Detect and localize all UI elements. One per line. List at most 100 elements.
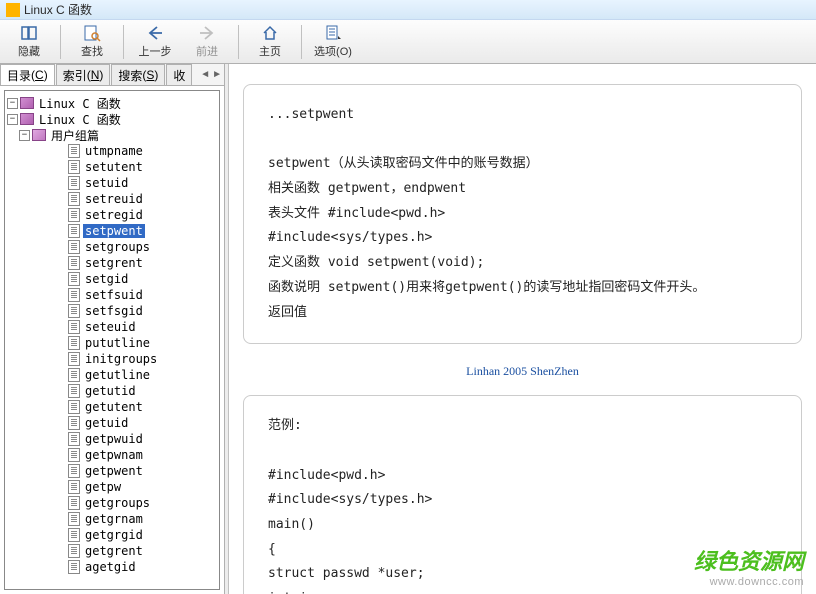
toc-tree[interactable]: −Linux C 函数−Linux C 函数−用户组篇utmpnamesetut… [4,90,220,590]
twist-none [55,306,66,317]
tree-item[interactable]: utmpname [55,143,217,159]
tab-fav[interactable]: 收 [166,64,192,85]
doc-card: ...setpwent setpwent（从头读取密码文件中的账号数据） 相关函… [243,84,802,344]
hide-icon [20,24,38,42]
twist-none [55,242,66,253]
tab-search[interactable]: 搜索(S) [111,64,165,85]
tree-item[interactable]: −用户组篇 [19,127,217,143]
tree-label: seteuid [83,320,138,334]
tree-label: agetgid [83,560,138,574]
twist-none [55,322,66,333]
options-button[interactable]: 选项(O) [310,22,356,62]
tree-item[interactable]: setreuid [55,191,217,207]
tree-item[interactable]: getpwnam [55,447,217,463]
tree-label: getutid [83,384,138,398]
tab-scroll[interactable]: ◄► [198,64,224,85]
tree-label: getpwent [83,464,145,478]
forward-icon [198,24,216,42]
tree-item[interactable]: setregid [55,207,217,223]
page-icon [68,144,80,158]
tab-toc[interactable]: 目录(C) [0,64,55,85]
collapse-icon[interactable]: − [7,114,18,125]
collapse-icon[interactable]: − [7,98,18,109]
example-card: 范例: #include<pwd.h> #include<sys/types.h… [243,395,802,594]
tree-label: getgrnam [83,512,145,526]
tree-item[interactable]: getgroups [55,495,217,511]
tree-label: Linux C 函数 [37,111,123,128]
doc-line: 相关函数 getpwent，endpwent [268,177,777,202]
twist-none [55,546,66,557]
twist-none [55,370,66,381]
tree-item[interactable]: seteuid [55,319,217,335]
twist-none [55,562,66,573]
page-icon [68,336,80,350]
tree-item[interactable]: setgroups [55,239,217,255]
twist-none [55,194,66,205]
collapse-icon[interactable]: − [19,130,30,141]
tree-label: getgrgid [83,528,145,542]
doc-line: 函数说明 setpwent()用来将getpwent()的读写地址指回密码文件开… [268,276,777,301]
tab-index[interactable]: 索引(N) [56,64,111,85]
tree-item[interactable]: setuid [55,175,217,191]
twist-none [55,338,66,349]
page-icon [68,176,80,190]
tree-item[interactable]: getutline [55,367,217,383]
tree-label: setfsgid [83,304,145,318]
tree-label: getgroups [83,496,152,510]
tree-item[interactable]: setgid [55,271,217,287]
doc-line: 返回值 [268,301,777,326]
twist-none [55,402,66,413]
tree-item[interactable]: getpwent [55,463,217,479]
tree-item[interactable]: initgroups [55,351,217,367]
back-button[interactable]: 上一步 [132,22,178,62]
tree-item[interactable]: getgrgid [55,527,217,543]
tree-item[interactable]: − Linux C 函数 [7,111,217,127]
tree-item[interactable]: setgrent [55,255,217,271]
book-icon [32,129,46,141]
tree-item[interactable]: setpwent [55,223,217,239]
twist-none [55,258,66,269]
page-icon [68,448,80,462]
code-line: int i; [268,587,777,594]
home-button[interactable]: 主页 [247,22,293,62]
page-icon [68,480,80,494]
tree-item[interactable]: getpwuid [55,431,217,447]
forward-button: 前进 [184,22,230,62]
hide-button[interactable]: 隐藏 [6,22,52,62]
tree-item[interactable]: getuid [55,415,217,431]
page-icon [68,416,80,430]
content-pane[interactable]: ...setpwent setpwent（从头读取密码文件中的账号数据） 相关函… [229,64,816,594]
tree-item[interactable]: getgrnam [55,511,217,527]
twist-none [55,274,66,285]
tree-label: getpwnam [83,448,145,462]
chevron-right-icon: ► [212,69,222,80]
tree-label: setregid [83,208,145,222]
tree-item[interactable]: getgrent [55,543,217,559]
tree-item[interactable]: getpw [55,479,217,495]
twist-none [55,146,66,157]
tree-item[interactable]: setfsgid [55,303,217,319]
page-icon [68,320,80,334]
tree-item[interactable]: getutent [55,399,217,415]
twist-none [55,530,66,541]
tree-label: pututline [83,336,152,350]
tree-item[interactable]: −Linux C 函数 [7,95,217,111]
find-button[interactable]: 查找 [69,22,115,62]
twist-none [55,290,66,301]
page-icon [68,432,80,446]
author-link[interactable]: Linhan 2005 ShenZhen [466,364,579,378]
tree-label: getutline [83,368,152,382]
tree-label: getgrent [83,544,145,558]
tree-item[interactable]: setfsuid [55,287,217,303]
sidebar: 目录(C) 索引(N) 搜索(S) 收 ◄► −Linux C 函数−Linux… [0,64,225,594]
code-line: { [268,538,777,563]
book-icon [20,97,34,109]
tree-item[interactable]: agetgid [55,559,217,575]
tree-item[interactable]: getutid [55,383,217,399]
app-icon [6,3,20,17]
tree-item[interactable]: setutent [55,159,217,175]
home-icon [261,24,279,42]
tree-label: setgid [83,272,130,286]
page-icon [68,384,80,398]
tree-item[interactable]: pututline [55,335,217,351]
